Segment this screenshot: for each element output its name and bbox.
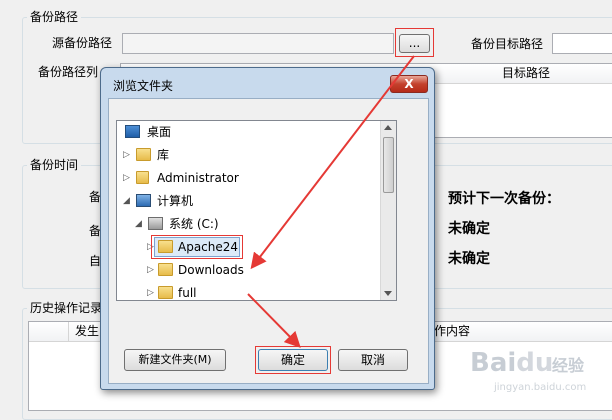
arrow-to-ok-button <box>247 293 301 348</box>
annotation-arrows <box>247 55 415 348</box>
arrow-to-apache24 <box>250 55 415 270</box>
